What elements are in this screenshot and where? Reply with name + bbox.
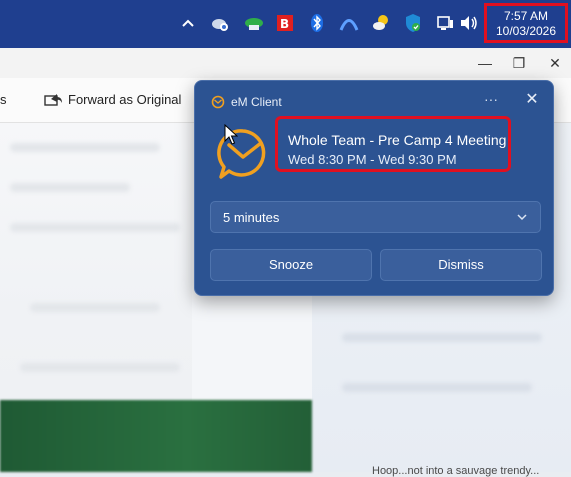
security-b-icon[interactable]: B (274, 12, 296, 34)
svg-text:B: B (280, 17, 289, 31)
more-options-button[interactable]: ··· (479, 89, 503, 111)
snooze-duration-value: 5 minutes (223, 210, 280, 225)
vpn-arc-icon[interactable] (338, 12, 360, 34)
network-globe-icon[interactable] (243, 12, 265, 34)
network-wired-icon[interactable] (434, 12, 456, 34)
chevron-down-icon (517, 214, 527, 221)
mouse-cursor-icon (224, 124, 238, 145)
em-client-logo-icon (211, 95, 225, 109)
defender-shield-icon[interactable] (402, 12, 424, 34)
volume-icon[interactable] (458, 12, 480, 34)
toast-close-button[interactable]: ✕ (521, 89, 543, 111)
forward-icon (44, 94, 62, 106)
toast-app-name: eM Client (231, 95, 282, 109)
cloud-sync-icon[interactable] (209, 12, 231, 34)
forward-as-original-button[interactable]: Forward as Original (68, 92, 181, 107)
toolbar-prev-label[interactable]: s (0, 92, 7, 107)
clock-date: 10/03/2026 (495, 24, 557, 38)
minimize-button[interactable]: — (472, 52, 498, 74)
taskbar: B 7:57 AM 10/03/2026 (0, 0, 571, 48)
window-titlebar: — ❐ ✕ (0, 48, 571, 78)
restore-button[interactable]: ❐ (506, 52, 532, 74)
reminder-toast[interactable]: eM Client ··· ✕ Whole Team - Pre Camp 4 … (194, 80, 554, 296)
bluetooth-icon[interactable] (306, 12, 328, 34)
event-details-highlight: Whole Team - Pre Camp 4 Meeting Wed 8:30… (275, 116, 511, 172)
weather-icon[interactable] (370, 12, 392, 34)
dismiss-button[interactable]: Dismiss (380, 249, 542, 281)
blurred-banner (0, 400, 312, 472)
event-title: Whole Team - Pre Camp 4 Meeting (288, 132, 507, 148)
taskbar-clock[interactable]: 7:57 AM 10/03/2026 (484, 3, 568, 43)
chevron-up-icon[interactable] (177, 12, 199, 34)
blurred-preview-text: Hoop...not into a sauvage trendy... (372, 465, 540, 477)
snooze-duration-select[interactable]: 5 minutes (210, 201, 541, 233)
snooze-button[interactable]: Snooze (210, 249, 372, 281)
event-time: Wed 8:30 PM - Wed 9:30 PM (288, 152, 457, 167)
clock-time: 7:57 AM (503, 9, 549, 23)
close-window-button[interactable]: ✕ (542, 52, 568, 74)
